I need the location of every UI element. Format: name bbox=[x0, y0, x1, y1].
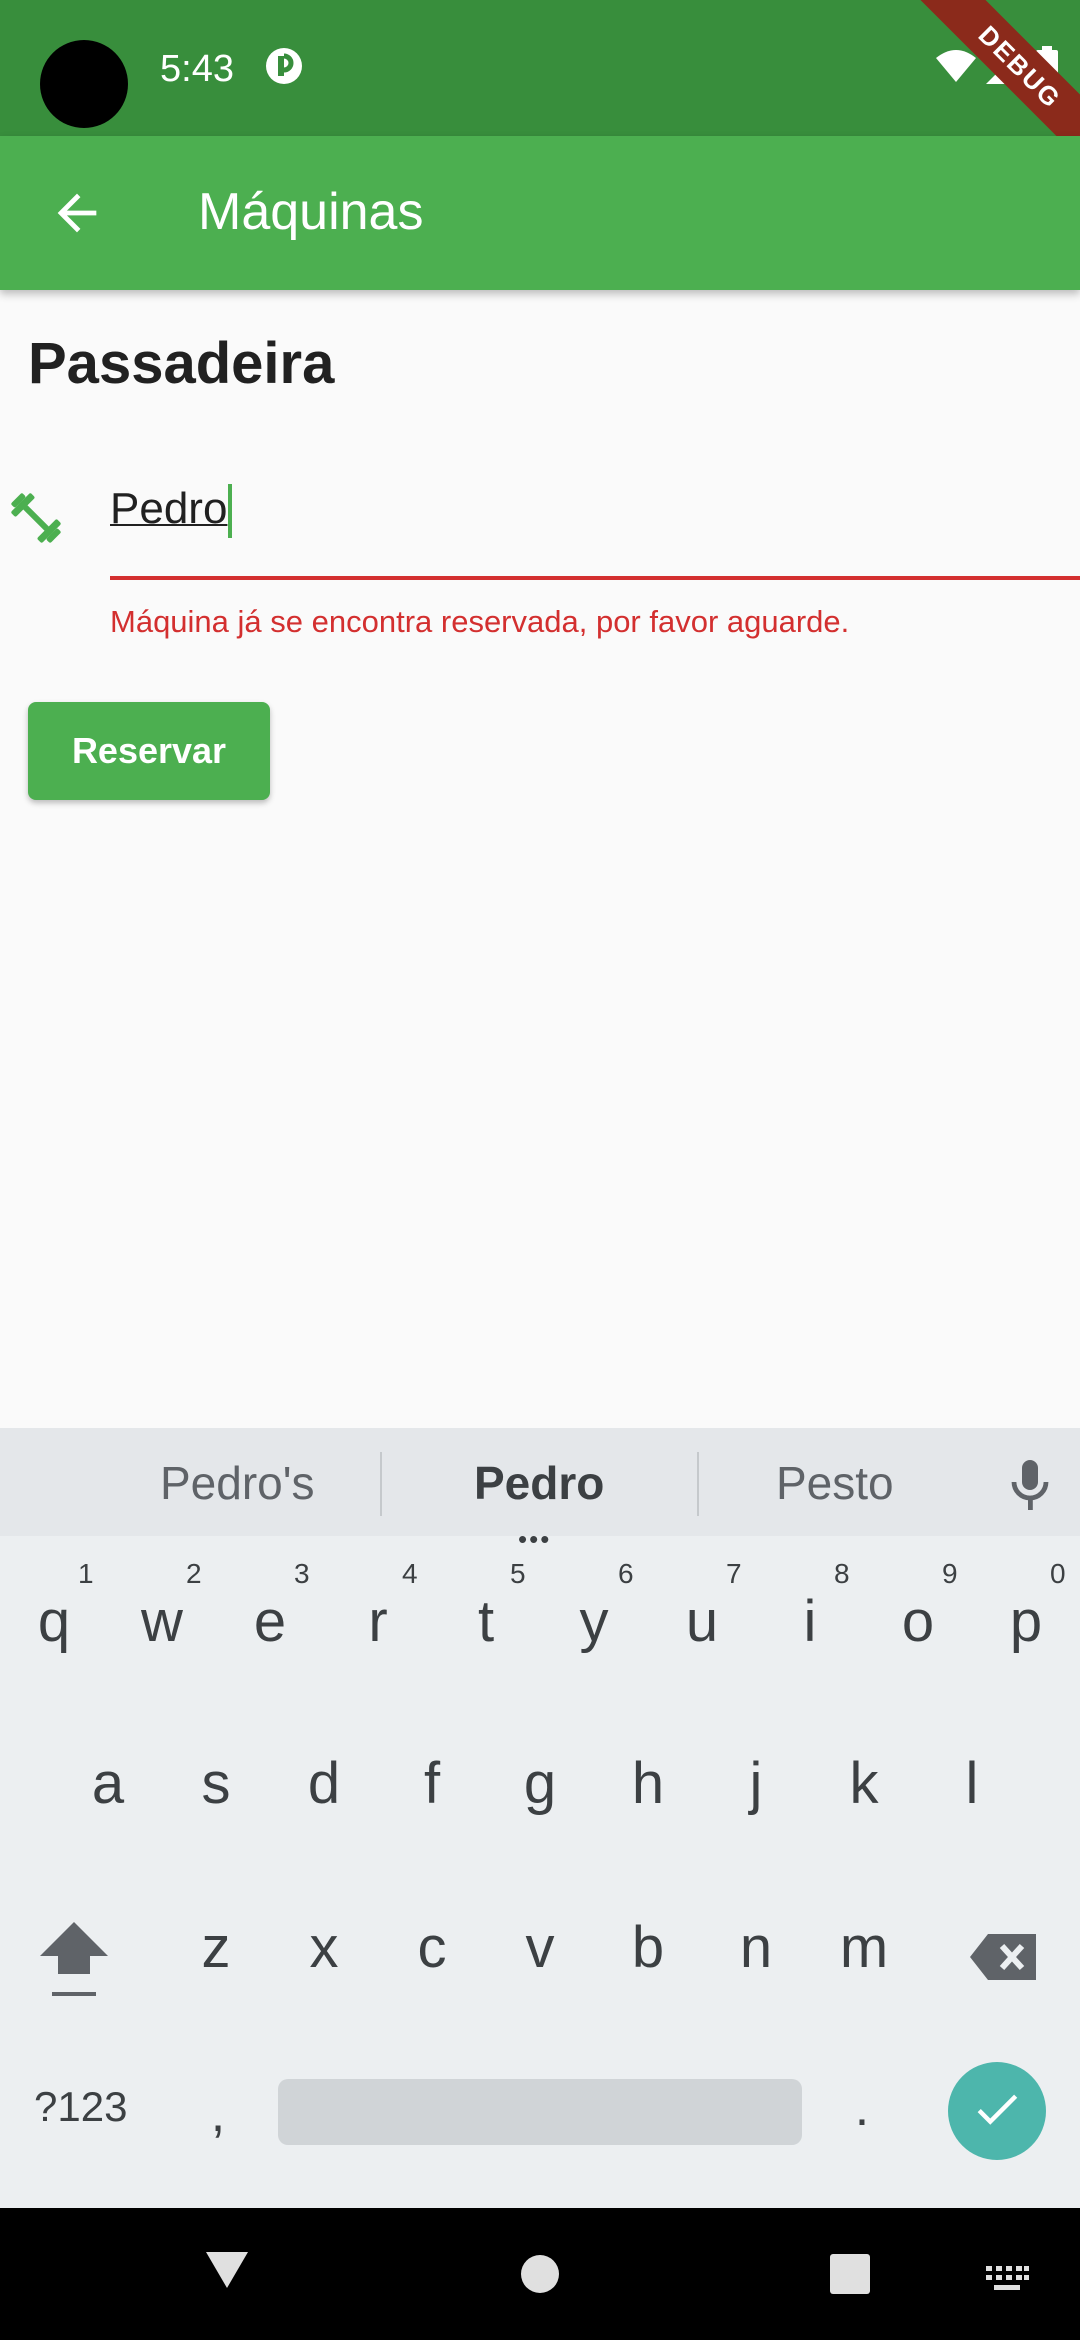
reserve-button[interactable]: Reservar bbox=[28, 702, 270, 800]
status-time: 5:43 bbox=[160, 48, 234, 90]
key-m[interactable]: m bbox=[824, 1914, 904, 1981]
check-icon bbox=[970, 2082, 1024, 2141]
key-p[interactable]: p bbox=[986, 1588, 1066, 1655]
back-nav-icon[interactable] bbox=[204, 2248, 250, 2297]
key-w[interactable]: w bbox=[122, 1588, 202, 1655]
key-hint: 9 bbox=[942, 1558, 958, 1589]
key-n[interactable]: n bbox=[716, 1914, 796, 1981]
camera-cutout bbox=[40, 40, 128, 128]
suggestion-2[interactable]: Pedro bbox=[474, 1456, 604, 1510]
key-e[interactable]: e bbox=[230, 1588, 310, 1655]
key-hint: 5 bbox=[510, 1558, 526, 1589]
key-hint: 8 bbox=[834, 1558, 850, 1589]
page-title: Máquinas bbox=[198, 183, 424, 241]
key-r[interactable]: r bbox=[338, 1588, 418, 1655]
more-suggestions-dots: ••• bbox=[518, 1524, 552, 1554]
name-input-value: Pedro bbox=[110, 484, 228, 533]
key-g[interactable]: g bbox=[500, 1750, 580, 1817]
key-hint: 6 bbox=[618, 1558, 634, 1589]
back-arrow-icon[interactable] bbox=[48, 184, 106, 247]
key-j[interactable]: j bbox=[716, 1750, 796, 1817]
key-hint: 4 bbox=[402, 1558, 418, 1589]
key-f[interactable]: f bbox=[392, 1750, 472, 1817]
dumbbell-icon bbox=[6, 488, 66, 553]
key-y[interactable]: y bbox=[554, 1588, 634, 1655]
key-a[interactable]: a bbox=[68, 1750, 148, 1817]
notification-icon bbox=[264, 46, 304, 91]
key-x[interactable]: x bbox=[284, 1914, 364, 1981]
suggestion-3[interactable]: Pesto bbox=[776, 1456, 894, 1510]
suggestion-divider bbox=[380, 1452, 382, 1516]
key-h[interactable]: h bbox=[608, 1750, 688, 1817]
key-c[interactable]: c bbox=[392, 1914, 472, 1981]
text-cursor bbox=[228, 484, 233, 539]
key-u[interactable]: u bbox=[662, 1588, 742, 1655]
key-z[interactable]: z bbox=[176, 1914, 256, 1981]
suggestion-divider bbox=[697, 1452, 699, 1516]
navigation-bar bbox=[0, 2208, 1080, 2340]
app-bar: Máquinas bbox=[0, 136, 1080, 290]
key-b[interactable]: b bbox=[608, 1914, 688, 1981]
keyboard: Pedro's Pedro ••• Pesto 1 2 3 4 5 6 7 8 … bbox=[0, 1428, 1080, 2208]
microphone-icon[interactable] bbox=[1006, 1458, 1054, 1519]
key-o[interactable]: o bbox=[878, 1588, 958, 1655]
key-k[interactable]: k bbox=[824, 1750, 904, 1817]
enter-button[interactable] bbox=[948, 2062, 1046, 2160]
backspace-icon[interactable] bbox=[968, 1932, 1038, 1987]
key-hint: 3 bbox=[294, 1558, 310, 1589]
suggestion-bar: Pedro's Pedro ••• Pesto bbox=[0, 1428, 1080, 1554]
home-nav-icon[interactable] bbox=[520, 2254, 560, 2299]
key-q[interactable]: q bbox=[14, 1588, 94, 1655]
key-hint: 2 bbox=[186, 1558, 202, 1589]
status-bar: 5:43 DEBUG bbox=[0, 0, 1080, 170]
key-hint: 7 bbox=[726, 1558, 742, 1589]
suggestion-1[interactable]: Pedro's bbox=[160, 1456, 315, 1510]
key-s[interactable]: s bbox=[176, 1750, 256, 1817]
key-t[interactable]: t bbox=[446, 1588, 526, 1655]
machine-name: Passadeira bbox=[28, 331, 335, 396]
shift-icon[interactable] bbox=[36, 1918, 112, 2011]
key-i[interactable]: i bbox=[770, 1588, 850, 1655]
key-d[interactable]: d bbox=[284, 1750, 364, 1817]
space-bar[interactable] bbox=[278, 2079, 802, 2145]
keyboard-switch-icon[interactable] bbox=[984, 2264, 1030, 2299]
error-message: Máquina já se encontra reservada, por fa… bbox=[110, 604, 850, 639]
name-input[interactable]: Pedro bbox=[110, 484, 233, 539]
key-v[interactable]: v bbox=[500, 1914, 580, 1981]
symbols-key[interactable]: ?123 bbox=[34, 2083, 127, 2131]
key-comma[interactable]: , bbox=[178, 2084, 258, 2144]
input-underline-error bbox=[110, 576, 1080, 580]
key-period[interactable]: . bbox=[822, 2078, 902, 2138]
key-l[interactable]: l bbox=[932, 1750, 1012, 1817]
key-hint: 1 bbox=[78, 1558, 94, 1589]
recents-nav-icon[interactable] bbox=[830, 2254, 870, 2299]
key-hint: 0 bbox=[1050, 1558, 1066, 1589]
